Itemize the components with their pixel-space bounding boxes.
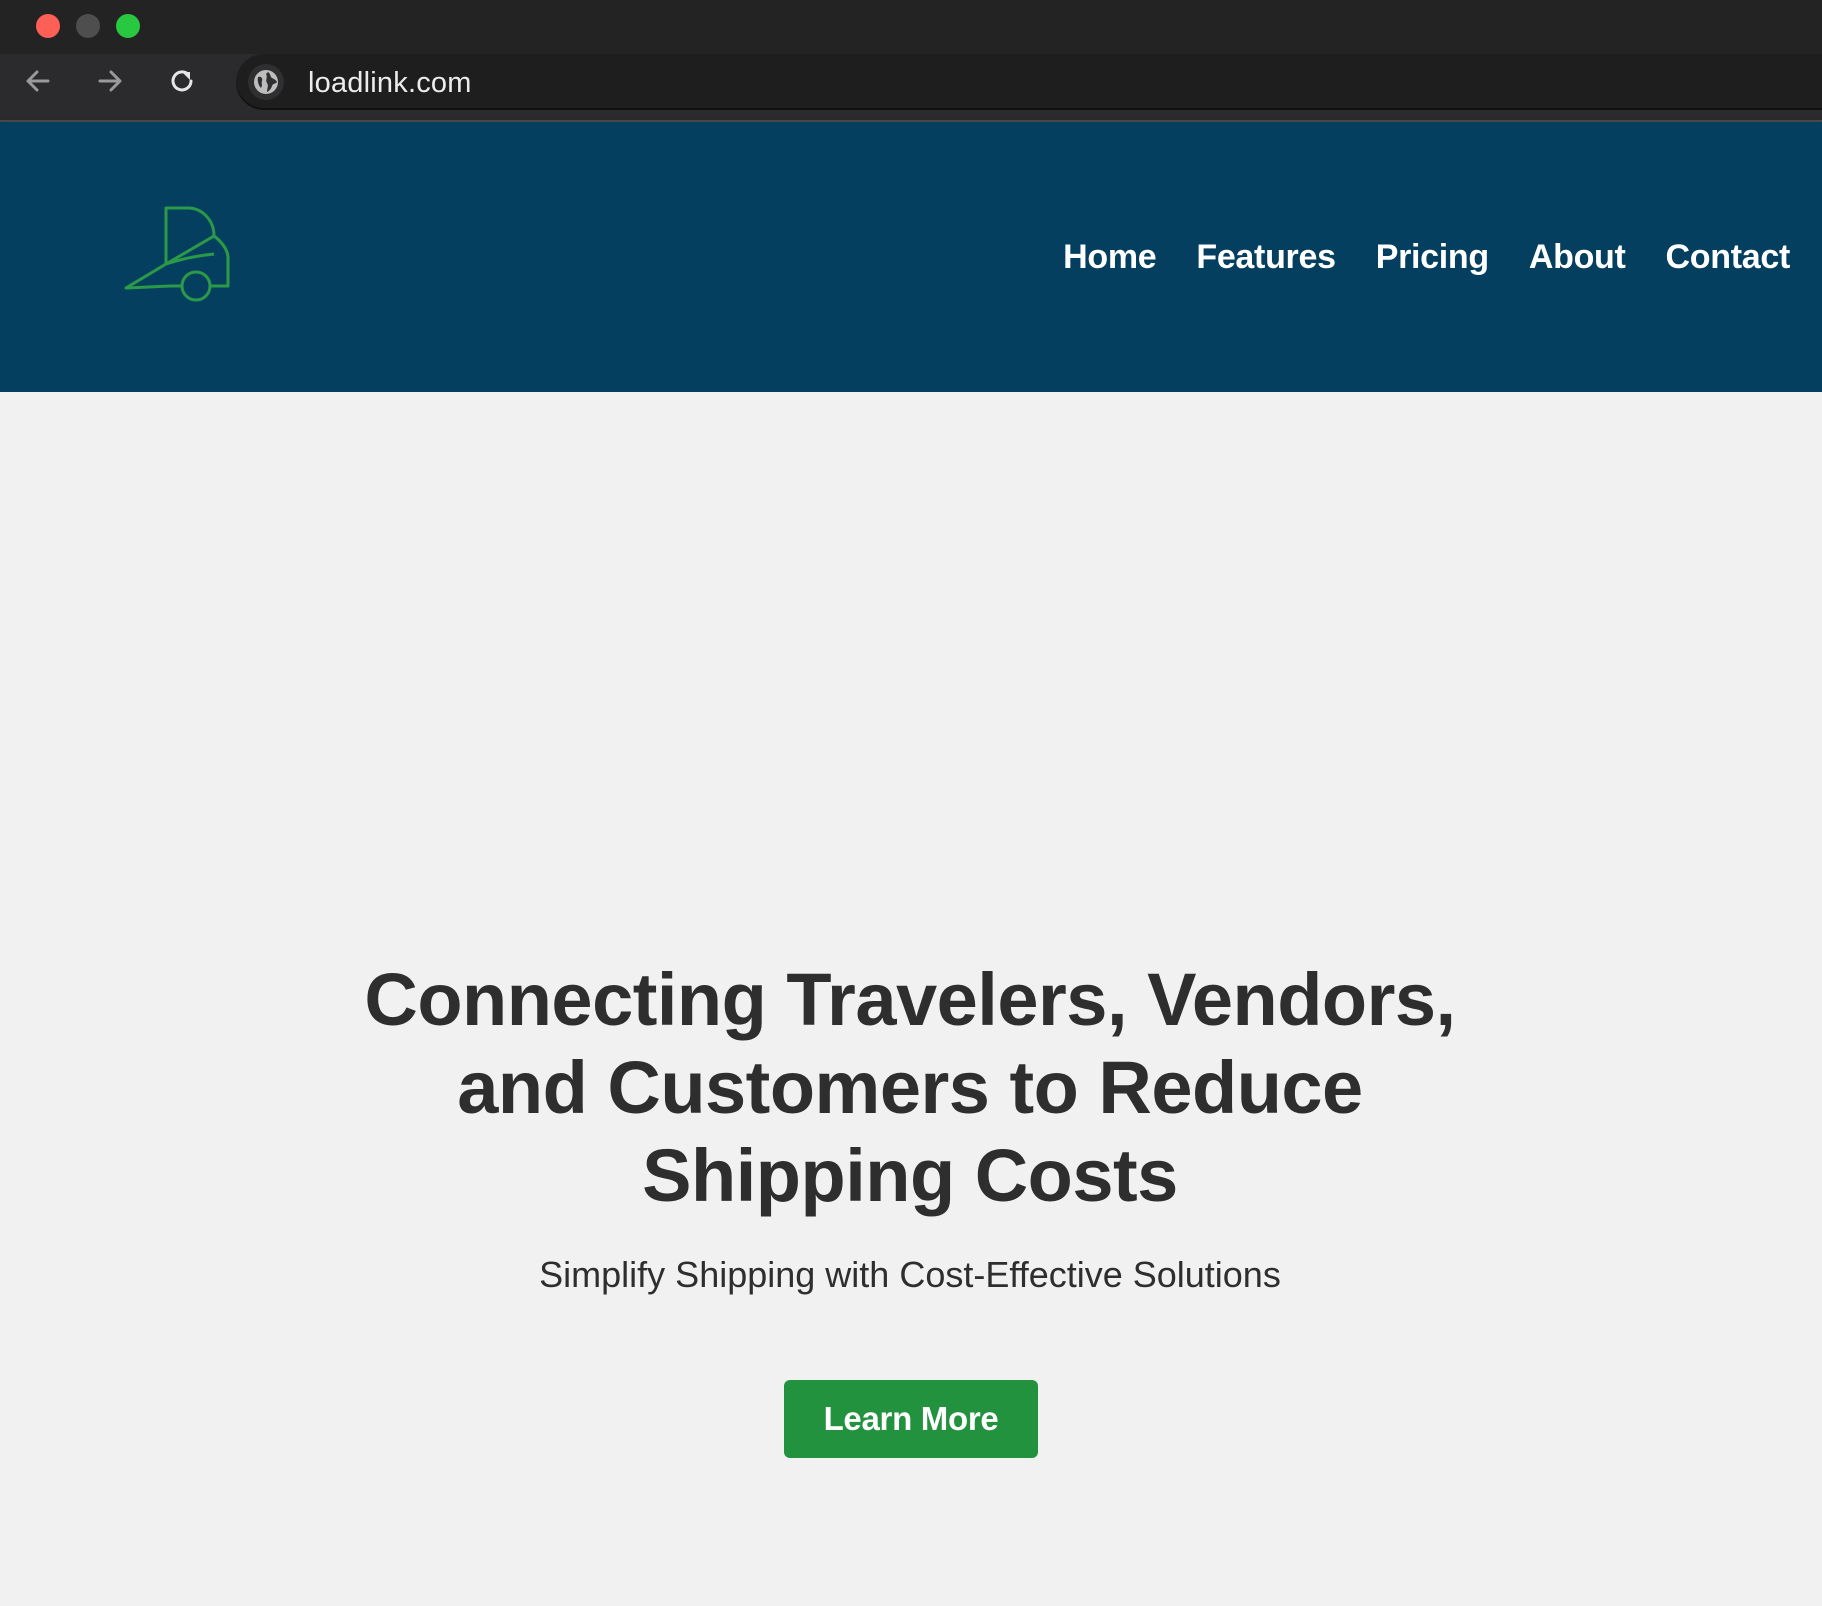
- minimize-window-button[interactable]: [76, 14, 100, 38]
- site-logo[interactable]: [118, 206, 248, 302]
- globe-icon: [254, 70, 278, 94]
- hero-section: Connecting Travelers, Vendors, and Custo…: [0, 392, 1822, 1606]
- hero-subtitle: Simplify Shipping with Cost-Effective So…: [539, 1254, 1281, 1295]
- reload-button[interactable]: [156, 54, 208, 108]
- hero-title: Connecting Travelers, Vendors, and Custo…: [364, 958, 1456, 1217]
- maximize-window-button[interactable]: [116, 14, 140, 38]
- site-header: Home Features Pricing About Contact: [0, 122, 1822, 392]
- nav-link-about[interactable]: About: [1529, 238, 1626, 277]
- nav-link-pricing[interactable]: Pricing: [1376, 238, 1489, 277]
- forward-button[interactable]: [84, 54, 136, 108]
- nav-link-features[interactable]: Features: [1196, 238, 1336, 277]
- browser-chrome: loadlink.com: [0, 0, 1822, 122]
- address-bar[interactable]: loadlink.com: [236, 54, 1822, 110]
- close-window-button[interactable]: [36, 14, 60, 38]
- window-titlebar: [0, 0, 1822, 54]
- nav-link-home[interactable]: Home: [1063, 238, 1157, 277]
- site-info-button[interactable]: [248, 64, 284, 100]
- delivery-vehicle-icon: [124, 206, 230, 302]
- reload-icon: [171, 70, 193, 92]
- url-text[interactable]: loadlink.com: [308, 67, 472, 100]
- main-navigation: Home Features Pricing About Contact: [1063, 238, 1790, 277]
- browser-toolbar: loadlink.com: [0, 54, 1822, 120]
- learn-more-button[interactable]: Learn More: [784, 1380, 1038, 1458]
- arrow-left-icon: [26, 70, 50, 92]
- arrow-right-icon: [98, 70, 122, 92]
- back-button[interactable]: [12, 54, 64, 108]
- nav-link-contact[interactable]: Contact: [1666, 238, 1791, 277]
